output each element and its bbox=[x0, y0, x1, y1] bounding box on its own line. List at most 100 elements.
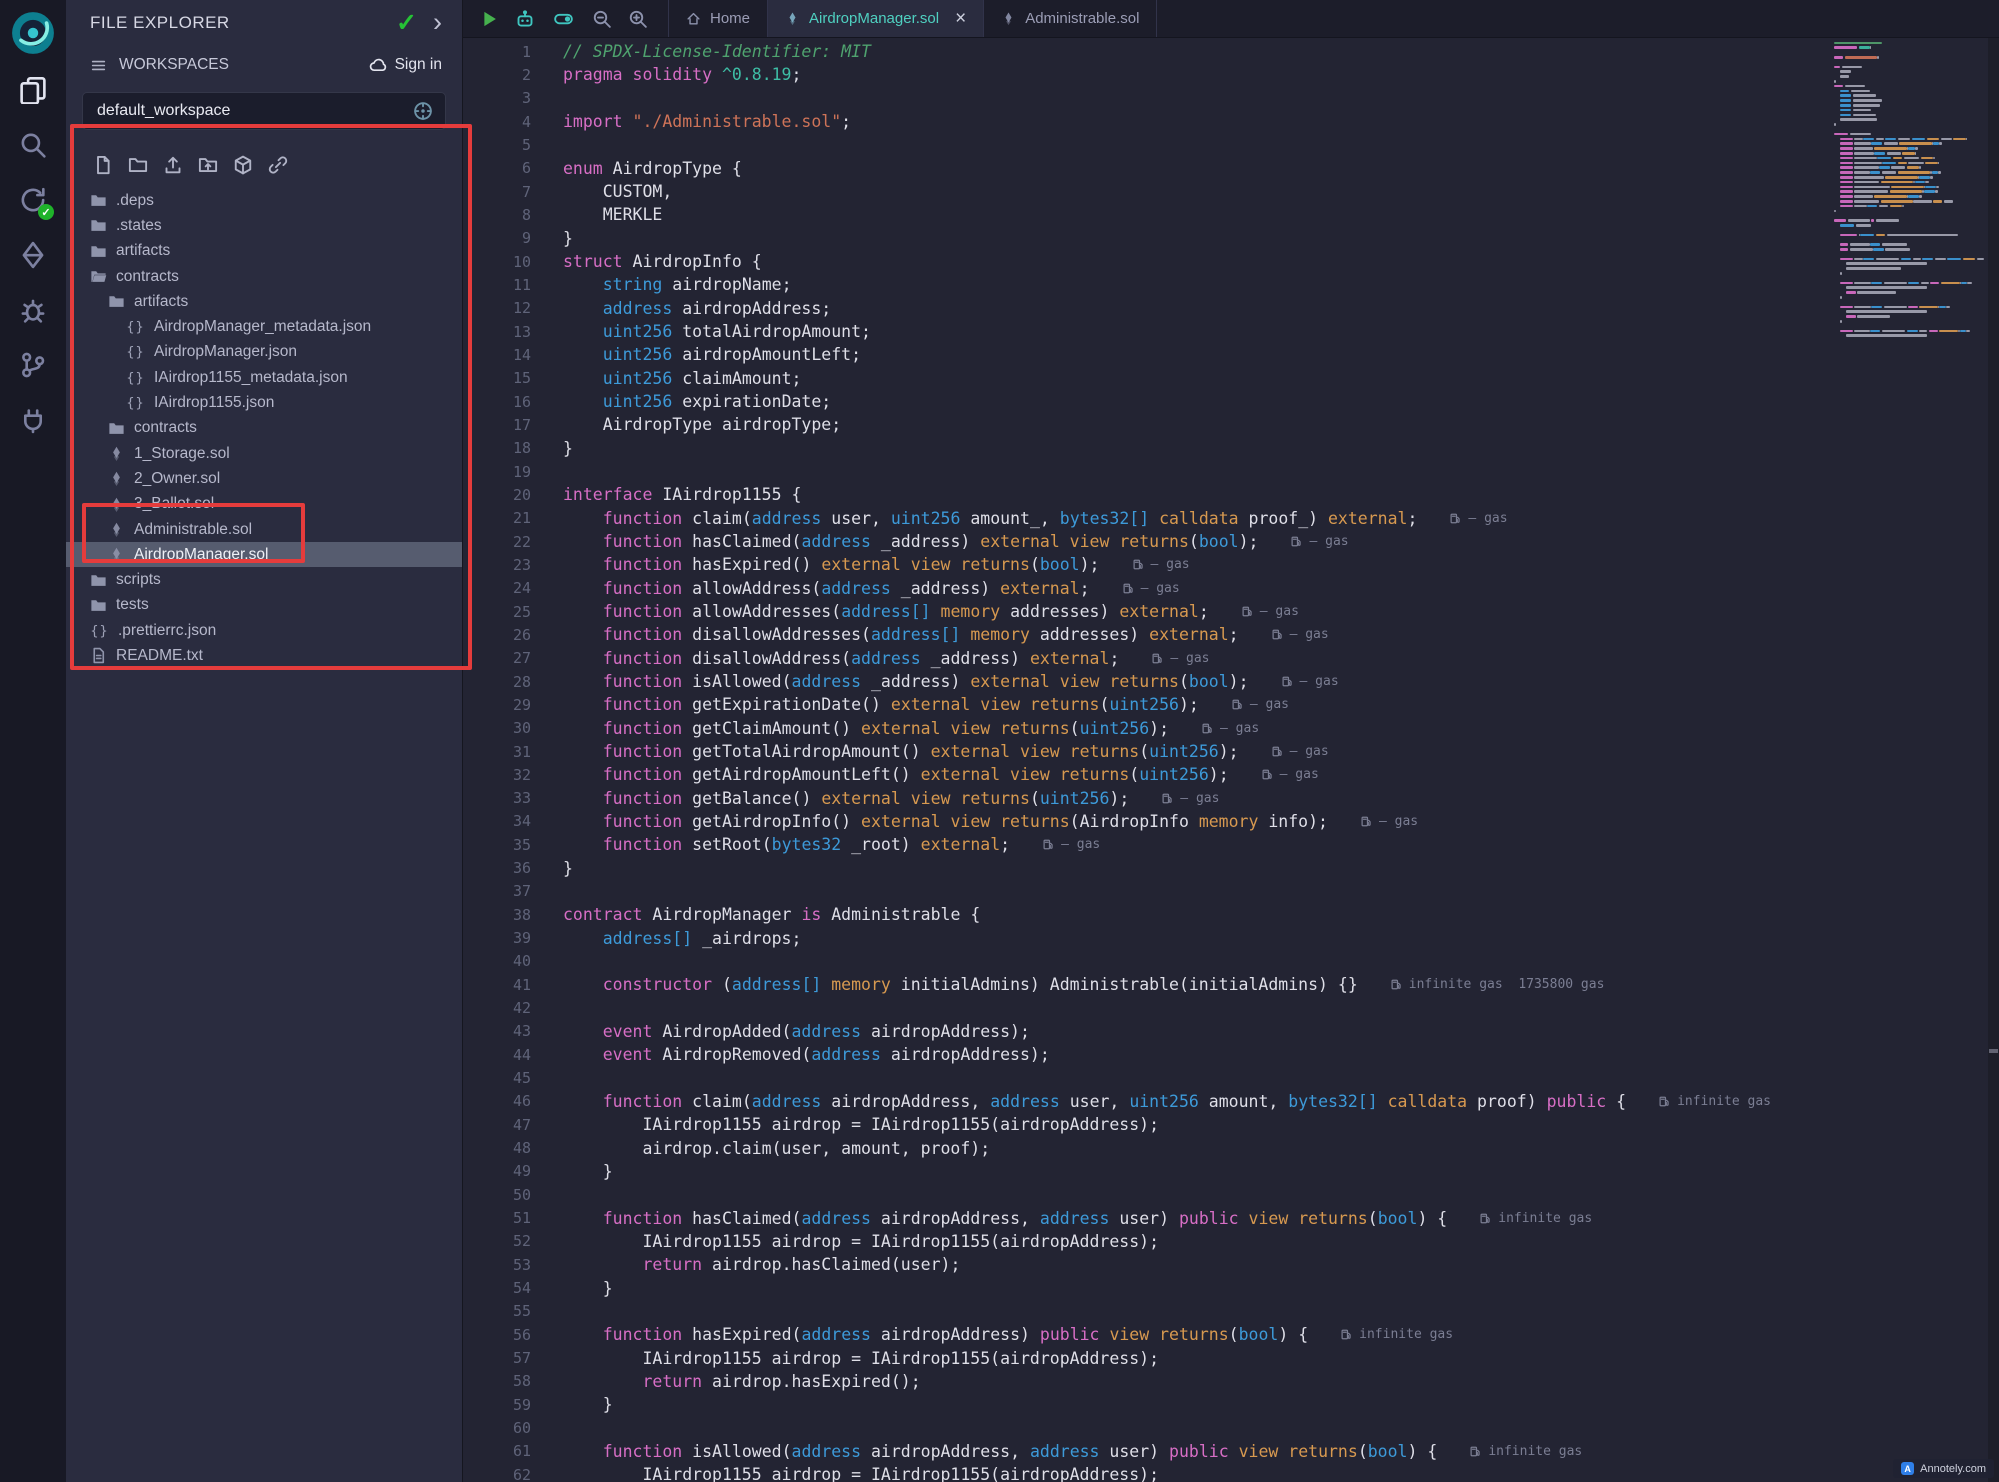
code-line[interactable]: 36} bbox=[463, 856, 1831, 879]
code-line[interactable]: 56 function hasExpired(address airdropAd… bbox=[463, 1323, 1831, 1346]
code-line[interactable]: 10struct AirdropInfo { bbox=[463, 250, 1831, 273]
code-line[interactable]: 11 string airdropName; bbox=[463, 273, 1831, 296]
zoom-out-icon[interactable] bbox=[592, 9, 612, 29]
code-line[interactable]: 41 constructor (address[] memory initial… bbox=[463, 973, 1831, 996]
code-line[interactable]: 18} bbox=[463, 437, 1831, 460]
tree-item-contracts[interactable]: contracts bbox=[66, 416, 462, 441]
toggle-icon[interactable] bbox=[551, 9, 576, 29]
tree-item-AirdropManager.sol[interactable]: AirdropManager.sol bbox=[66, 542, 462, 567]
code-line[interactable]: 26 function disallowAddresses(address[] … bbox=[463, 623, 1831, 646]
code-line[interactable]: 15 uint256 claimAmount; bbox=[463, 367, 1831, 390]
code-line[interactable]: 13 uint256 totalAirdropAmount; bbox=[463, 320, 1831, 343]
tree-item-.prettierrc.json[interactable]: {}.prettierrc.json bbox=[66, 618, 462, 643]
tab-Home[interactable]: Home bbox=[669, 0, 768, 37]
code-line[interactable]: 47 IAirdrop1155 airdrop = IAirdrop1155(a… bbox=[463, 1113, 1831, 1136]
tab-AirdropManager.sol[interactable]: AirdropManager.sol× bbox=[768, 0, 984, 37]
code-line[interactable]: 12 address airdropAddress; bbox=[463, 297, 1831, 320]
code-line[interactable]: 14 uint256 airdropAmountLeft; bbox=[463, 343, 1831, 366]
code-line[interactable]: 49 } bbox=[463, 1160, 1831, 1183]
code-line[interactable]: 32 function getAirdropAmountLeft() exter… bbox=[463, 763, 1831, 786]
tree-item-IAirdrop1155.json[interactable]: {}IAirdrop1155.json bbox=[66, 390, 462, 415]
code-line[interactable]: 60 bbox=[463, 1416, 1831, 1439]
code-line[interactable]: 29 function getExpirationDate() external… bbox=[463, 693, 1831, 716]
tree-item-contracts[interactable]: contracts bbox=[66, 264, 462, 289]
code-line[interactable]: 8 MERKLE bbox=[463, 203, 1831, 226]
code-line[interactable]: 58 return airdrop.hasExpired(); bbox=[463, 1370, 1831, 1393]
code-line[interactable]: 37 bbox=[463, 880, 1831, 903]
code-line[interactable]: 21 function claim(address user, uint256 … bbox=[463, 507, 1831, 530]
code-line[interactable]: 28 function isAllowed(address _address) … bbox=[463, 670, 1831, 693]
code-line[interactable]: 3 bbox=[463, 87, 1831, 110]
code-line[interactable]: 51 function hasClaimed(address airdropAd… bbox=[463, 1206, 1831, 1229]
ai-assistant-icon[interactable] bbox=[515, 9, 535, 29]
code-line[interactable]: 31 function getTotalAirdropAmount() exte… bbox=[463, 740, 1831, 763]
tree-item-scripts[interactable]: scripts bbox=[66, 567, 462, 592]
search-icon[interactable] bbox=[19, 131, 47, 159]
code-line[interactable]: 43 event AirdropAdded(address airdropAdd… bbox=[463, 1020, 1831, 1043]
code-line[interactable]: 55 bbox=[463, 1300, 1831, 1323]
tree-item-3_Ballot.sol[interactable]: 3_Ballot.sol bbox=[66, 492, 462, 517]
upload-folder-icon[interactable] bbox=[198, 155, 218, 175]
code-line[interactable]: 20interface IAirdrop1155 { bbox=[463, 483, 1831, 506]
code-line[interactable]: 34 function getAirdropInfo() external vi… bbox=[463, 810, 1831, 833]
code-line[interactable]: 40 bbox=[463, 950, 1831, 973]
tree-item-.deps[interactable]: .deps bbox=[66, 188, 462, 213]
tree-item-AirdropManager_metadata.json[interactable]: {}AirdropManager_metadata.json bbox=[66, 314, 462, 339]
zoom-in-icon[interactable] bbox=[628, 9, 648, 29]
run-icon[interactable] bbox=[479, 9, 499, 29]
code-line[interactable]: 44 event AirdropRemoved(address airdropA… bbox=[463, 1043, 1831, 1066]
code-line[interactable]: 38contract AirdropManager is Administrab… bbox=[463, 903, 1831, 926]
code-line[interactable]: 39 address[] _airdrops; bbox=[463, 926, 1831, 949]
git-icon[interactable] bbox=[19, 351, 47, 379]
tree-item-artifacts[interactable]: artifacts bbox=[66, 289, 462, 314]
file-explorer-icon[interactable] bbox=[19, 76, 47, 104]
code-line[interactable]: 35 function setRoot(bytes32 _root) exter… bbox=[463, 833, 1831, 856]
chevron-right-icon[interactable]: › bbox=[433, 12, 442, 34]
solidity-compiler-icon[interactable]: ✓ bbox=[19, 186, 47, 214]
code-line[interactable]: 2pragma solidity ^0.8.19; bbox=[463, 63, 1831, 86]
ipfs-cube-icon[interactable] bbox=[233, 155, 253, 175]
code-line[interactable]: 24 function allowAddress(address _addres… bbox=[463, 577, 1831, 600]
code-line[interactable]: 27 function disallowAddress(address _add… bbox=[463, 647, 1831, 670]
code-line[interactable]: 16 uint256 expirationDate; bbox=[463, 390, 1831, 413]
code-line[interactable]: 7 CUSTOM, bbox=[463, 180, 1831, 203]
code-line[interactable]: 30 function getClaimAmount() external vi… bbox=[463, 717, 1831, 740]
code-line[interactable]: 25 function allowAddresses(address[] mem… bbox=[463, 600, 1831, 623]
tree-item-2_Owner.sol[interactable]: 2_Owner.sol bbox=[66, 466, 462, 491]
tree-item-Administrable.sol[interactable]: Administrable.sol bbox=[66, 517, 462, 542]
code-line[interactable]: 52 IAirdrop1155 airdrop = IAirdrop1155(a… bbox=[463, 1230, 1831, 1253]
deploy-run-icon[interactable] bbox=[19, 241, 47, 269]
code-line[interactable]: 42 bbox=[463, 996, 1831, 1019]
tree-item-artifacts[interactable]: artifacts bbox=[66, 239, 462, 264]
code-line[interactable]: 1// SPDX-License-Identifier: MIT bbox=[463, 40, 1831, 63]
tree-item-AirdropManager.json[interactable]: {}AirdropManager.json bbox=[66, 340, 462, 365]
menu-icon[interactable] bbox=[90, 57, 107, 74]
code-line[interactable]: 61 function isAllowed(address airdropAdd… bbox=[463, 1440, 1831, 1463]
code-line[interactable]: 22 function hasClaimed(address _address)… bbox=[463, 530, 1831, 553]
new-file-icon[interactable] bbox=[93, 155, 113, 175]
code-line[interactable]: 53 return airdrop.hasClaimed(user); bbox=[463, 1253, 1831, 1276]
code-line[interactable]: 57 IAirdrop1155 airdrop = IAirdrop1155(a… bbox=[463, 1346, 1831, 1369]
minimap[interactable] bbox=[1834, 40, 1986, 380]
tree-item-tests[interactable]: tests bbox=[66, 593, 462, 618]
code-line[interactable]: 19 bbox=[463, 460, 1831, 483]
workspace-settings-icon[interactable] bbox=[413, 101, 433, 121]
code-line[interactable]: 33 function getBalance() external view r… bbox=[463, 787, 1831, 810]
editor-scrollbar[interactable] bbox=[1988, 38, 1999, 1482]
code-line[interactable]: 50 bbox=[463, 1183, 1831, 1206]
workspace-select[interactable]: default_workspace bbox=[82, 92, 446, 130]
code-line[interactable]: 6enum AirdropType { bbox=[463, 157, 1831, 180]
code-lines[interactable]: 1// SPDX-License-Identifier: MIT2pragma … bbox=[463, 38, 1831, 1482]
code-line[interactable]: 23 function hasExpired() external view r… bbox=[463, 553, 1831, 576]
debugger-icon[interactable] bbox=[19, 296, 47, 324]
code-line[interactable]: 54 } bbox=[463, 1276, 1831, 1299]
code-line[interactable]: 5 bbox=[463, 133, 1831, 156]
upload-file-icon[interactable] bbox=[163, 155, 183, 175]
code-line[interactable]: 17 AirdropType airdropType; bbox=[463, 413, 1831, 436]
code-line[interactable]: 59 } bbox=[463, 1393, 1831, 1416]
tree-item-IAirdrop1155_metadata.json[interactable]: {}IAirdrop1155_metadata.json bbox=[66, 365, 462, 390]
sign-in-button[interactable]: Sign in bbox=[369, 56, 442, 74]
code-line[interactable]: 9} bbox=[463, 227, 1831, 250]
tree-item-.states[interactable]: .states bbox=[66, 213, 462, 238]
tree-item-README.txt[interactable]: README.txt bbox=[66, 643, 462, 668]
